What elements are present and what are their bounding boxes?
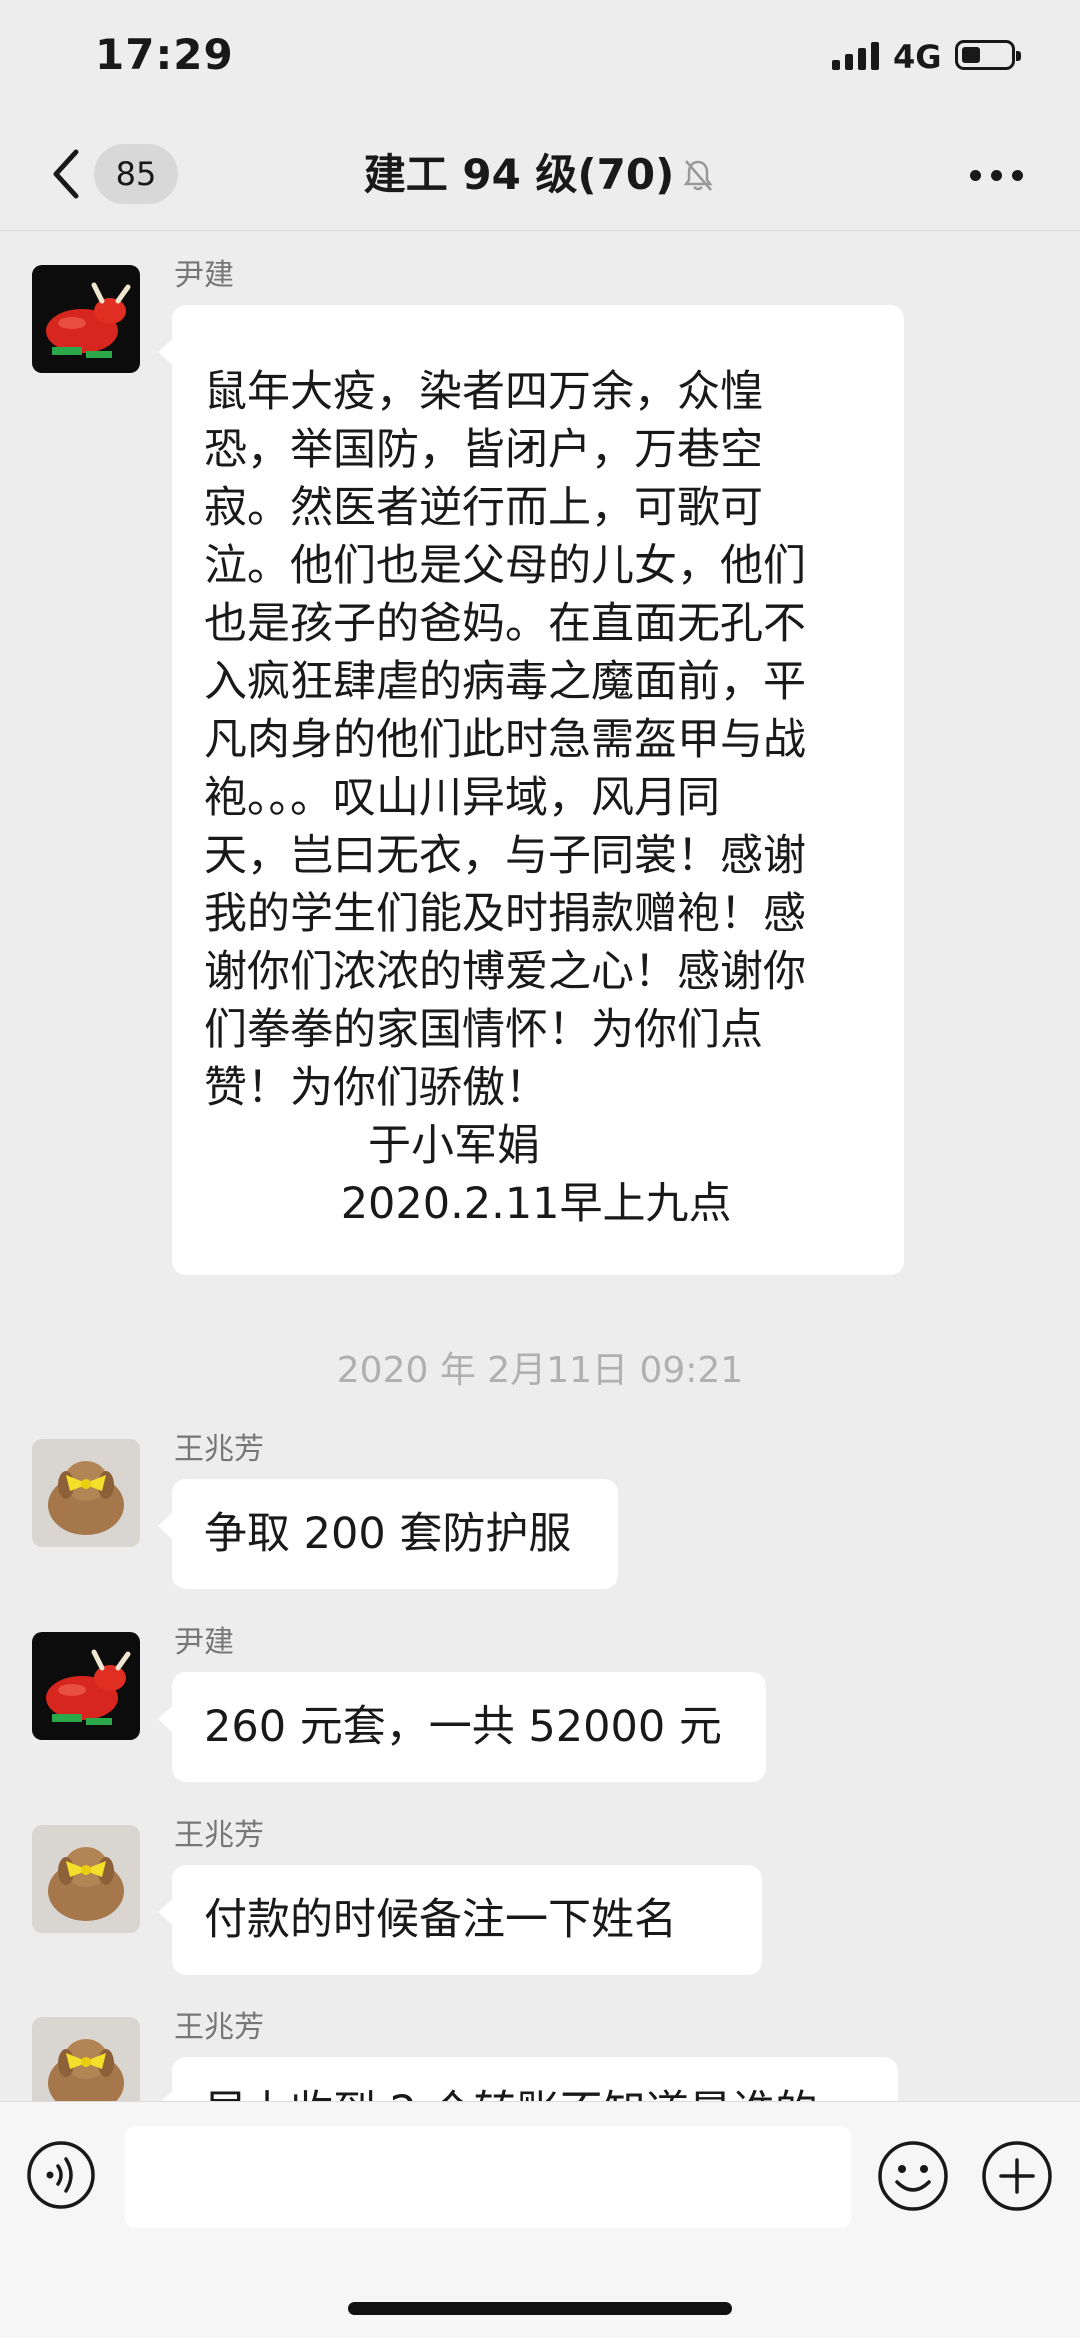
dog-with-yellow-bow-avatar[interactable] — [32, 2017, 140, 2101]
dog-with-yellow-bow-avatar[interactable] — [32, 1825, 140, 1933]
network-type: 4G — [893, 38, 942, 76]
chat-header: 建工 94 级(70) 85 — [0, 120, 1080, 231]
signal-icon — [832, 42, 880, 70]
message-bubble[interactable]: 早上收到 2 个转账不知道是谁的 — [158, 2057, 898, 2101]
status-bar: 17:29 4G — [0, 0, 1080, 120]
message-bubble[interactable]: 付款的时候备注一下姓名 — [158, 1865, 762, 1975]
sender-name: 尹建 — [174, 1625, 234, 1660]
voice-icon[interactable] — [26, 2140, 96, 2210]
message-bubble[interactable]: 争取 200 套防护服 — [158, 1479, 618, 1589]
chevron-left-icon[interactable] — [48, 146, 84, 202]
message-bubble[interactable]: 260 元套，一共 52000 元 — [158, 1672, 766, 1782]
sender-name: 尹建 — [174, 258, 234, 293]
red-bull-figurine-avatar[interactable] — [32, 265, 140, 373]
sender-name: 王兆芳 — [174, 1818, 264, 1853]
message-bubble[interactable]: 鼠年大疫，染者四万余，众惶 恐，举国防，皆闭户，万巷空 寂。然医者逆行而上，可歌… — [158, 305, 904, 1275]
message-list[interactable]: 尹建 鼠年大疫，染者四万余，众惶 恐，举国防，皆闭户，万巷空 寂。然医者逆行而上… — [0, 231, 1080, 2101]
red-bull-figurine-avatar[interactable] — [32, 1632, 140, 1740]
message-timestamp: 2020 年 2月11日 09:21 — [336, 1350, 744, 1391]
emoji-icon[interactable] — [877, 2140, 949, 2212]
dog-with-yellow-bow-avatar[interactable] — [32, 1439, 140, 1547]
status-time: 17:29 — [95, 30, 234, 79]
bell-muted-icon — [683, 160, 713, 191]
plus-icon[interactable] — [981, 2140, 1053, 2212]
chat-title[interactable]: 建工 94 级(70) — [364, 150, 675, 199]
home-indicator[interactable] — [348, 2302, 732, 2315]
message-input[interactable] — [125, 2126, 851, 2228]
sender-name: 王兆芳 — [174, 1432, 264, 1467]
sender-name: 王兆芳 — [174, 2010, 264, 2045]
more-dots-icon[interactable] — [970, 170, 1024, 182]
battery-icon — [955, 40, 1021, 70]
unread-count-badge[interactable]: 85 — [94, 144, 178, 204]
